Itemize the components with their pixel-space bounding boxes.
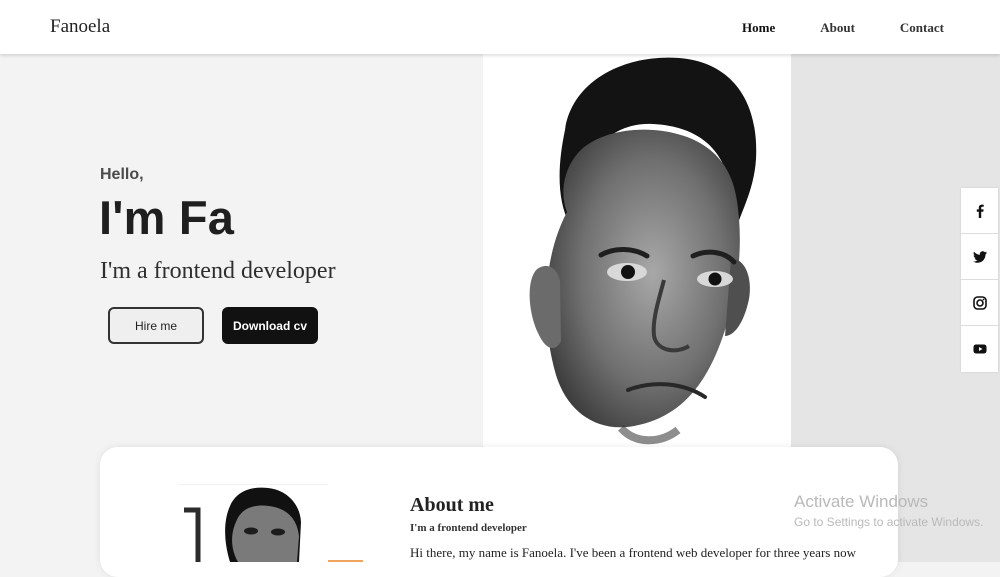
instagram-icon	[972, 295, 987, 310]
hero-headline: I'm Fa	[99, 191, 235, 244]
about-profile-thumbnail	[178, 484, 328, 562]
instagram-link[interactable]	[961, 280, 998, 326]
youtube-link[interactable]	[961, 326, 998, 372]
windows-activation-subtitle: Go to Settings to activate Windows.	[794, 515, 984, 529]
windows-activation-watermark: Activate Windows Go to Settings to activ…	[794, 492, 983, 529]
facebook-icon	[976, 204, 984, 218]
twitter-icon	[972, 250, 987, 263]
brand-logo-text[interactable]: Fanoela	[50, 16, 110, 38]
hero-subtitle: I'm a frontend developer	[100, 258, 336, 284]
about-photo-illustration	[178, 484, 328, 562]
nav-about-link[interactable]: About	[820, 20, 855, 36]
social-links-bar	[961, 188, 998, 372]
twitter-link[interactable]	[961, 234, 998, 280]
nav-contact-link[interactable]: Contact	[900, 20, 944, 36]
top-navigation-bar: Fanoela Home About Contact	[0, 0, 1000, 54]
about-description: Hi there, my name is Fanoela. I've been …	[410, 545, 856, 560]
windows-activation-title: Activate Windows	[794, 492, 929, 511]
profile-photo-illustration	[483, 54, 791, 447]
hire-me-button[interactable]: Hire me	[108, 307, 204, 344]
download-cv-button[interactable]: Download cv	[222, 307, 318, 344]
nav-home-link[interactable]: Home	[742, 20, 775, 36]
youtube-icon	[973, 344, 986, 354]
about-subtitle: I'm a frontend developer	[410, 522, 527, 534]
hero-greeting: Hello,	[100, 166, 144, 183]
profile-photo-panel	[483, 54, 791, 447]
main-navigation: Home About Contact	[742, 20, 989, 36]
about-title: About me	[410, 494, 494, 516]
facebook-link[interactable]	[961, 188, 998, 234]
